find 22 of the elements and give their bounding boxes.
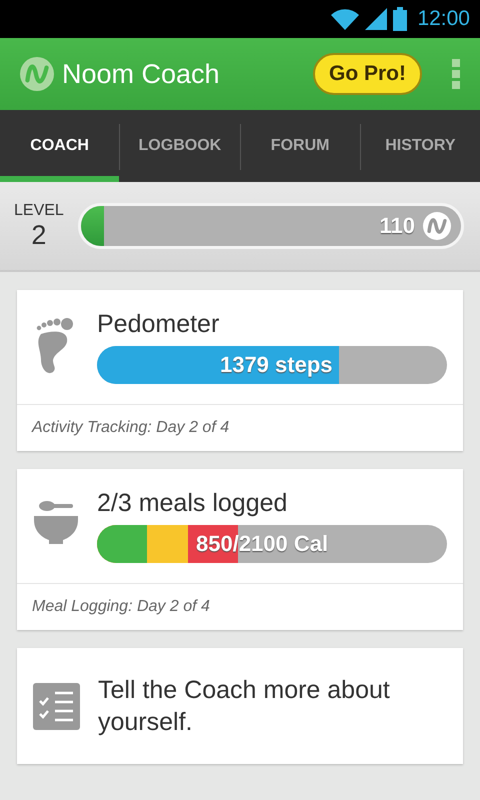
clock-time: 12:00 (417, 7, 470, 31)
points-value: 110 (380, 213, 415, 239)
card-footer: Meal Logging: Day 2 of 4 (17, 583, 463, 630)
wifi-icon (331, 8, 360, 30)
card-footer: Activity Tracking: Day 2 of 4 (17, 404, 463, 451)
steps-reading: 1379 steps (220, 352, 332, 378)
card-title: Pedometer (97, 309, 220, 340)
signal-icon (365, 8, 388, 30)
overflow-menu-icon[interactable] (452, 59, 460, 89)
battery-icon (393, 7, 408, 31)
tab[interactable]: HISTORY (360, 110, 480, 182)
card-title: Tell the Coach more about yourself. (98, 675, 391, 738)
checklist-icon (33, 682, 80, 730)
logo-icon (20, 57, 54, 91)
level-number: 2 (31, 220, 46, 250)
level-label: LEVEL (14, 202, 64, 220)
card-title: 2/3 meals logged (97, 488, 288, 519)
app-title: Noom Coach (62, 58, 221, 90)
tab[interactable]: FORUM (240, 110, 360, 182)
go-pro-button[interactable]: Go Pro! (313, 53, 422, 95)
logo-icon (423, 212, 451, 240)
tab[interactable]: LOGBOOK (120, 110, 240, 182)
